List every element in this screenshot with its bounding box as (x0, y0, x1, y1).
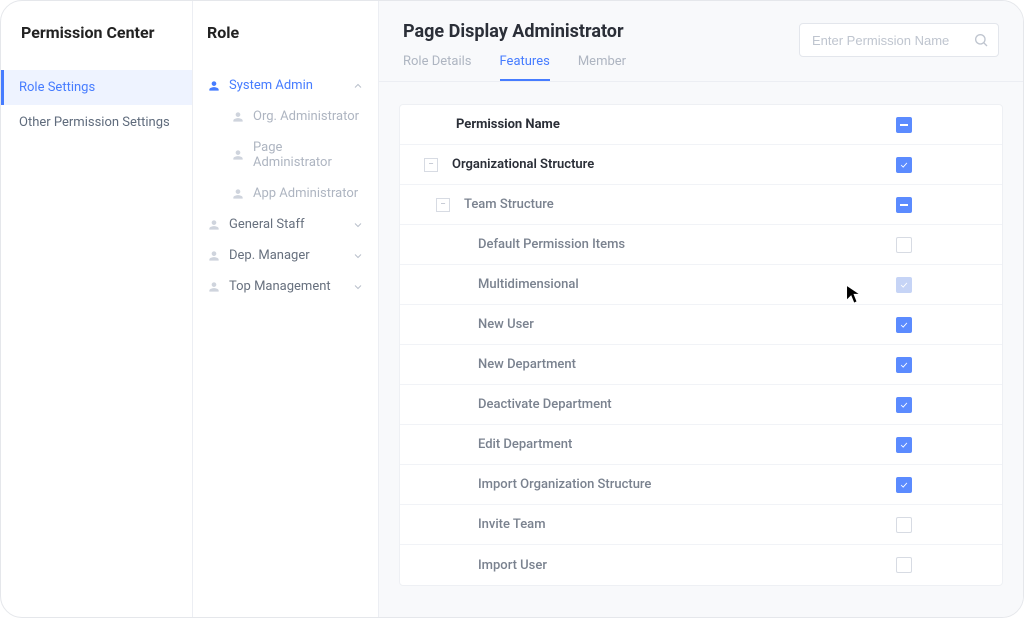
table-row: Default Permission Items (400, 225, 1002, 265)
collapse-icon[interactable] (424, 158, 438, 172)
nav-item-label: Role Settings (19, 80, 95, 95)
role-item-label: Dep. Manager (229, 248, 310, 263)
sidebar-role: Role System Admin Org. Administrator Pag… (193, 1, 379, 617)
permission-label: Invite Team (478, 517, 546, 532)
search-icon[interactable] (973, 32, 989, 48)
chevron-down-icon (352, 281, 364, 293)
person-icon (231, 110, 245, 124)
nav-other-permission-settings[interactable]: Other Permission Settings (1, 105, 192, 140)
permission-label: Import Organization Structure (478, 477, 651, 492)
permission-label: Team Structure (464, 197, 554, 212)
table-row: Import User (400, 545, 1002, 585)
role-item-label: General Staff (229, 217, 305, 232)
page-title: Page Display Administrator (403, 21, 799, 42)
permission-label: Edit Department (478, 437, 572, 452)
checkbox[interactable] (896, 157, 912, 173)
search-input[interactable] (799, 23, 999, 57)
app-window: Permission Center Role Settings Other Pe… (0, 0, 1024, 618)
checkbox[interactable] (896, 357, 912, 373)
permission-label: Default Permission Items (478, 237, 625, 252)
main-header: Page Display Administrator Role Details … (379, 1, 1023, 82)
checkbox[interactable] (896, 477, 912, 493)
permission-label: Multidimensional (478, 277, 579, 292)
sidebar-permission-center: Permission Center Role Settings Other Pe… (1, 1, 193, 617)
nav-role-settings[interactable]: Role Settings (1, 70, 192, 105)
search-wrap (799, 23, 999, 57)
person-icon (207, 218, 221, 232)
nav-item-label: Other Permission Settings (19, 115, 170, 130)
role-title: Role (193, 23, 378, 70)
role-item-label: Org. Administrator (253, 109, 359, 124)
role-item-label: Top Management (229, 279, 331, 294)
permission-label: New Department (478, 357, 576, 372)
role-app-administrator[interactable]: App Administrator (193, 178, 378, 209)
checkbox[interactable] (896, 277, 912, 293)
chevron-down-icon (352, 250, 364, 262)
role-dep-manager[interactable]: Dep. Manager (193, 240, 378, 271)
person-icon (207, 79, 221, 93)
checkbox[interactable] (896, 397, 912, 413)
person-icon (207, 249, 221, 263)
checkbox[interactable] (896, 517, 912, 533)
role-item-label: Page Administrator (253, 140, 364, 170)
permission-label: Organizational Structure (452, 157, 594, 172)
main-header-left: Page Display Administrator Role Details … (403, 21, 799, 81)
chevron-up-icon (352, 80, 364, 92)
permission-center-title: Permission Center (1, 23, 192, 70)
tab-member[interactable]: Member (578, 54, 626, 81)
permission-table: Permission Name Organizational Structure… (399, 104, 1003, 586)
role-system-admin[interactable]: System Admin (193, 70, 378, 101)
tab-role-details[interactable]: Role Details (403, 54, 472, 81)
role-org-administrator[interactable]: Org. Administrator (193, 101, 378, 132)
permission-label: Import User (478, 558, 547, 573)
role-top-management[interactable]: Top Management (193, 271, 378, 302)
permission-label: New User (478, 317, 534, 332)
table-row: Import Organization Structure (400, 465, 1002, 505)
permission-table-wrap: Permission Name Organizational Structure… (379, 82, 1023, 586)
column-header-permission-name: Permission Name (456, 117, 560, 132)
role-general-staff[interactable]: General Staff (193, 209, 378, 240)
checkbox[interactable] (896, 237, 912, 253)
checkbox[interactable] (896, 437, 912, 453)
table-row: New Department (400, 345, 1002, 385)
person-icon (231, 148, 245, 162)
checkbox[interactable] (896, 197, 912, 213)
checkbox-header[interactable] (896, 117, 912, 133)
tab-features[interactable]: Features (500, 54, 550, 81)
person-icon (207, 280, 221, 294)
permission-label: Deactivate Department (478, 397, 612, 412)
role-item-label: System Admin (229, 78, 313, 93)
table-row: Deactivate Department (400, 385, 1002, 425)
table-row: New User (400, 305, 1002, 345)
tabs: Role Details Features Member (403, 54, 799, 81)
main-content: Page Display Administrator Role Details … (379, 1, 1023, 617)
collapse-icon[interactable] (436, 198, 450, 212)
table-row: Organizational Structure (400, 145, 1002, 185)
checkbox[interactable] (896, 557, 912, 573)
chevron-down-icon (352, 219, 364, 231)
table-row: Invite Team (400, 505, 1002, 545)
person-icon (231, 187, 245, 201)
table-header-row: Permission Name (400, 105, 1002, 145)
role-page-administrator[interactable]: Page Administrator (193, 132, 378, 178)
checkbox[interactable] (896, 317, 912, 333)
table-row: Edit Department (400, 425, 1002, 465)
table-row: Team Structure (400, 185, 1002, 225)
table-row: Multidimensional (400, 265, 1002, 305)
role-item-label: App Administrator (253, 186, 358, 201)
